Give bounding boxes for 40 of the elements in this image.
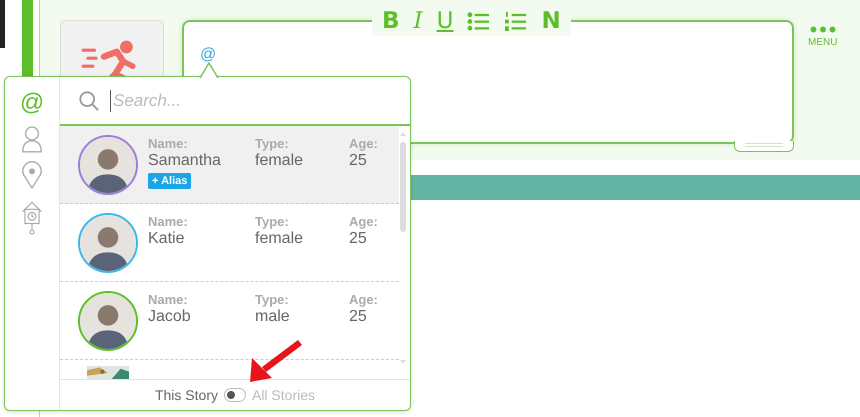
contact-type: female: [255, 152, 304, 170]
contact-age: 25: [349, 230, 367, 248]
italic-button[interactable]: I: [414, 10, 423, 32]
bold-button[interactable]: B: [382, 10, 400, 32]
contact-name: Samantha: [148, 152, 221, 170]
contact-type: female: [255, 230, 304, 248]
contact-age: 25: [349, 152, 367, 170]
bullet-list-icon[interactable]: [467, 10, 490, 32]
person-icon: [21, 125, 43, 153]
resize-handle[interactable]: [734, 141, 794, 152]
contact-row[interactable]: Name: Jacob Type: male Age: 25: [60, 282, 399, 360]
contact-age: 25: [349, 308, 367, 326]
numbered-list-icon[interactable]: [504, 10, 528, 32]
contact-row[interactable]: Name: Katie Type: female Age: 25: [60, 204, 399, 282]
mention-tab[interactable]: @: [20, 89, 44, 117]
dots-icon: [810, 26, 836, 33]
scope-option[interactable]: This Story: [154, 387, 218, 403]
field-label: Age:: [349, 292, 378, 307]
add-alias-button[interactable]: + Alias: [148, 173, 192, 189]
menu-label: MENU: [808, 37, 838, 48]
field-label: Name:: [148, 292, 188, 307]
field-label: Type:: [255, 292, 289, 307]
scope-toggle[interactable]: [224, 388, 246, 402]
field-label: Name:: [148, 214, 188, 229]
normal-text-button[interactable]: N: [541, 10, 561, 32]
contact-name: Jacob: [148, 308, 191, 326]
menu-button[interactable]: MENU: [808, 26, 838, 48]
underline-button[interactable]: U: [436, 10, 454, 32]
field-label: Type:: [255, 214, 289, 229]
scope-option[interactable]: All Stories: [252, 387, 316, 403]
place-tab[interactable]: [21, 161, 43, 189]
edge-bar: [0, 0, 5, 48]
contact-name: Katie: [148, 230, 184, 248]
mention-marker: @: [200, 46, 216, 64]
search-icon: [78, 90, 100, 112]
location-pin-icon: [21, 161, 43, 189]
contact-row[interactable]: Name: Samantha + Alias Type: female Age: 25: [60, 126, 399, 204]
field-label: Age:: [349, 214, 378, 229]
person-tab[interactable]: [21, 125, 43, 153]
contact-type: male: [255, 308, 290, 326]
